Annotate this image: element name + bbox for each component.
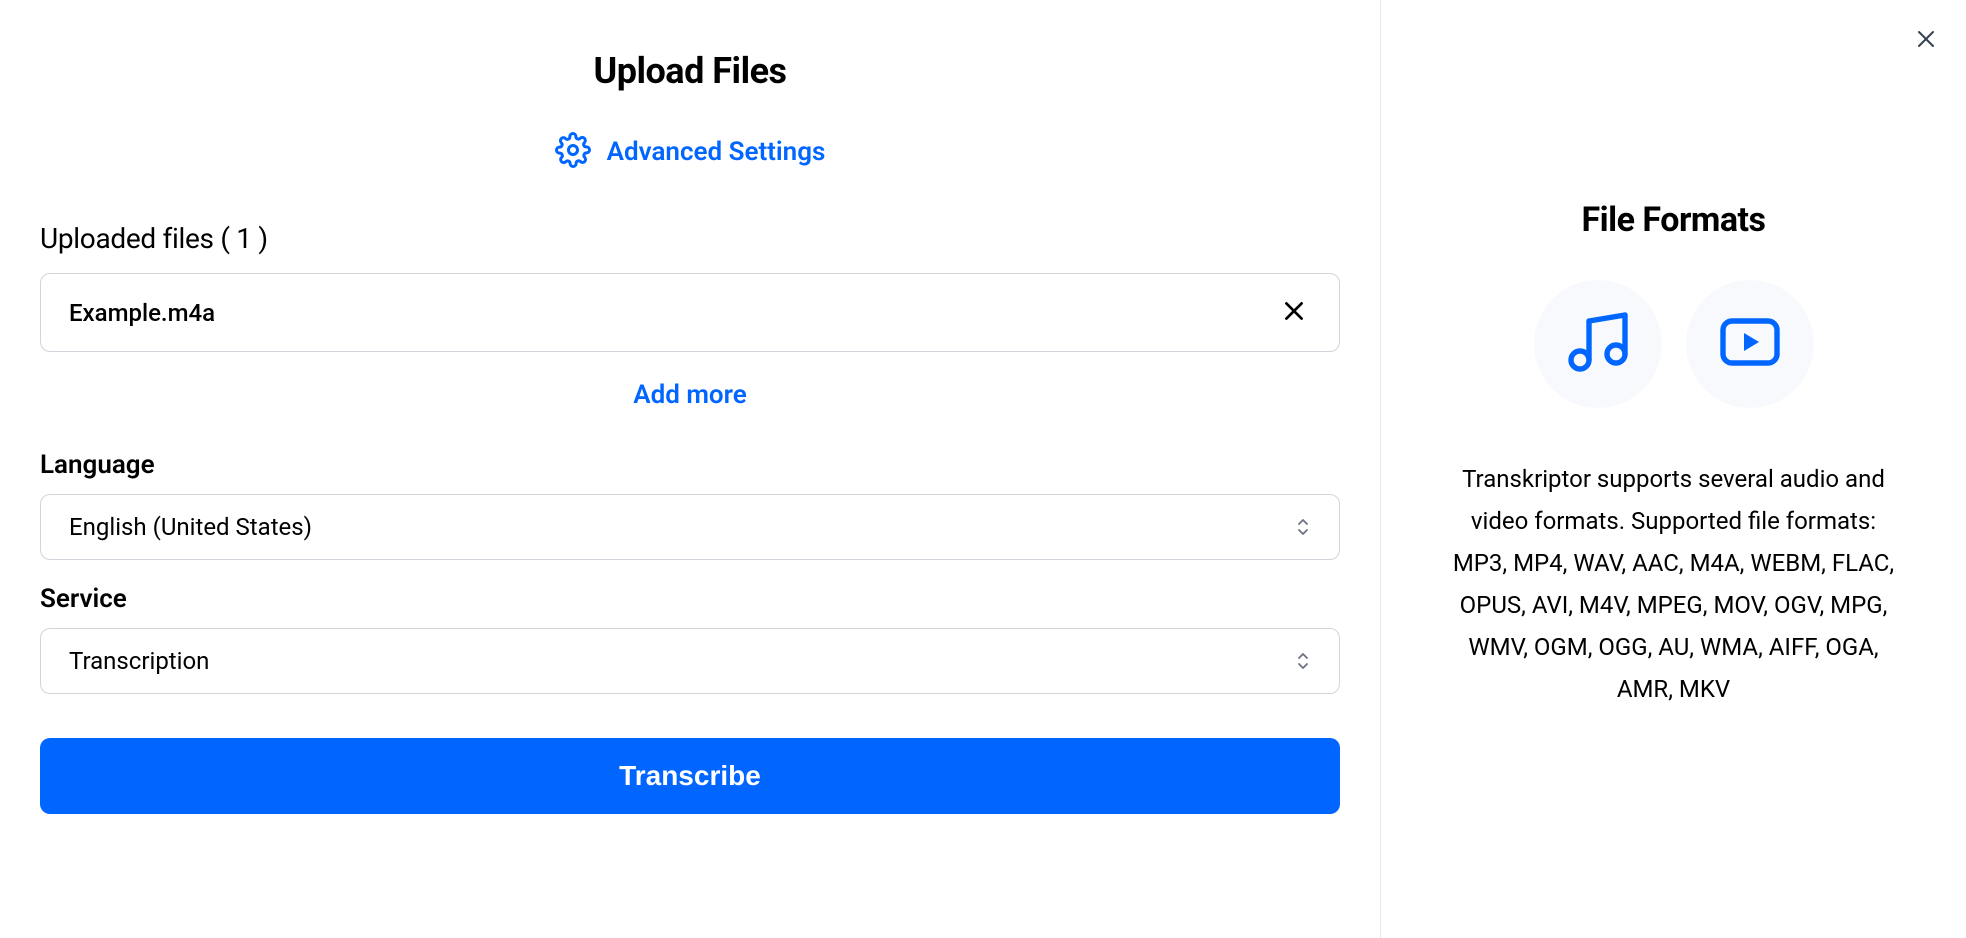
- chevron-up-down-icon: [1295, 517, 1311, 537]
- uploaded-files-label: Uploaded files ( 1 ): [40, 222, 1340, 255]
- file-name: Example.m4a: [69, 299, 215, 327]
- upload-panel: Upload Files Advanced Settings Uploaded …: [0, 0, 1380, 938]
- add-more-button[interactable]: Add more: [40, 380, 1340, 410]
- play-video-icon: [1714, 306, 1786, 382]
- info-panel: File Formats: [1381, 0, 1966, 938]
- chevron-up-down-icon: [1295, 651, 1311, 671]
- advanced-settings-label: Advanced Settings: [607, 137, 826, 167]
- format-icons: [1441, 280, 1906, 408]
- audio-format-icon: [1534, 280, 1662, 408]
- advanced-settings-link[interactable]: Advanced Settings: [40, 132, 1340, 172]
- language-label: Language: [40, 450, 1340, 480]
- service-selected-value: Transcription: [69, 647, 209, 675]
- uploaded-file-row: Example.m4a: [40, 273, 1340, 352]
- formats-title: File Formats: [1441, 200, 1906, 240]
- x-icon: [1281, 298, 1307, 327]
- language-selected-value: English (United States): [69, 513, 312, 541]
- service-label: Service: [40, 584, 1340, 614]
- music-note-icon: [1562, 306, 1634, 382]
- video-format-icon: [1686, 280, 1814, 408]
- language-select[interactable]: English (United States): [40, 494, 1340, 560]
- transcribe-button[interactable]: Transcribe: [40, 738, 1340, 814]
- formats-description: Transkriptor supports several audio and …: [1441, 458, 1906, 710]
- gear-icon: [555, 132, 591, 172]
- page-title: Upload Files: [40, 50, 1340, 92]
- service-select[interactable]: Transcription: [40, 628, 1340, 694]
- remove-file-button[interactable]: [1277, 294, 1311, 331]
